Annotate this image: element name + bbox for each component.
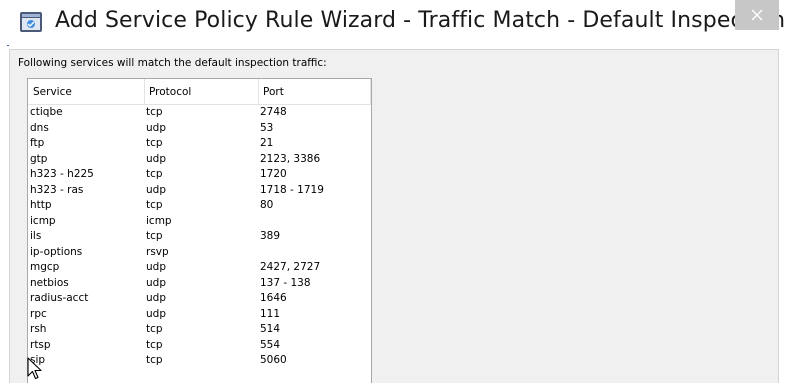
service-cell: radius-acct: [30, 292, 89, 304]
wizard-window: Add Service Policy Rule Wizard - Traffic…: [0, 0, 786, 383]
table-row[interactable]: radius-acct udp 1646: [28, 291, 371, 307]
table-row[interactable]: mgcp udp 2427, 2727: [28, 260, 371, 276]
window-title: Add Service Policy Rule Wizard - Traffic…: [55, 8, 786, 33]
table-row[interactable]: sip tcp 5060: [28, 353, 371, 369]
service-cell: ftp: [30, 137, 45, 149]
table-row[interactable]: rpc udp 111: [28, 307, 371, 323]
service-cell: http: [30, 199, 52, 211]
port-cell: 80: [260, 199, 274, 211]
protocol-cell: udp: [146, 152, 166, 165]
column-header-protocol[interactable]: Protocol: [144, 79, 258, 105]
port-cell: [258, 214, 371, 230]
protocol-cell: tcp: [146, 137, 163, 149]
table-row[interactable]: rtsp tcp 554: [28, 338, 371, 354]
table-row[interactable]: h323 - ras udp 1718 - 1719: [28, 183, 371, 199]
table-body: ctiqbe tcp 2748 dns udp 53 ftp tcp 21 gtp udp 21…: [28, 105, 371, 369]
table-row[interactable]: ctiqbe tcp 2748: [28, 105, 371, 121]
title-bar[interactable]: Add Service Policy Rule Wizard - Traffic…: [0, 0, 786, 45]
mouse-pointer-icon: [27, 357, 42, 380]
protocol-cell: udp: [146, 261, 166, 273]
table-row[interactable]: gtp udp 2123, 3386: [28, 152, 371, 168]
protocol-cell: udp: [146, 121, 166, 134]
protocol-cell: tcp: [146, 199, 163, 211]
table-row[interactable]: http tcp 80: [28, 198, 371, 214]
service-cell: ip-options: [30, 245, 83, 258]
protocol-cell: udp: [146, 276, 166, 289]
protocol-cell: rsvp: [146, 245, 169, 258]
protocol-cell: tcp: [146, 323, 163, 335]
service-cell: h323 - ras: [30, 183, 84, 196]
service-cell: rtsp: [30, 338, 51, 351]
port-cell: 2748: [260, 106, 287, 118]
service-cell: dns: [30, 121, 49, 134]
port-cell: 1718 - 1719: [260, 183, 324, 196]
port-cell: [258, 245, 371, 261]
port-cell: 1720: [260, 168, 287, 180]
protocol-cell: tcp: [146, 354, 163, 366]
table-row[interactable]: h323 - h225 tcp 1720: [28, 167, 371, 183]
port-cell: 5060: [260, 354, 287, 366]
table-header: Service Protocol Port: [28, 79, 371, 105]
close-icon: [751, 9, 763, 21]
protocol-cell: icmp: [146, 214, 172, 227]
wizard-window-icon: [20, 12, 42, 32]
table-row[interactable]: ip-options rsvp: [28, 245, 371, 261]
protocol-cell: udp: [146, 307, 166, 320]
port-cell: 1646: [260, 292, 287, 304]
table-row[interactable]: dns udp 53: [28, 121, 371, 137]
table-row[interactable]: ils tcp 389: [28, 229, 371, 245]
service-cell: rsh: [30, 323, 47, 335]
table-row[interactable]: netbios udp 137 - 138: [28, 276, 371, 292]
port-cell: 137 - 138: [260, 276, 311, 289]
service-cell: rpc: [30, 307, 47, 320]
table-row[interactable]: icmp icmp: [28, 214, 371, 230]
protocol-cell: tcp: [146, 338, 163, 351]
table-right-border: [371, 79, 372, 383]
service-cell: sip: [30, 354, 46, 366]
table-row[interactable]: ftp tcp 21: [28, 136, 371, 152]
service-cell: netbios: [30, 276, 69, 289]
protocol-cell: tcp: [146, 230, 163, 242]
service-cell: ils: [30, 230, 42, 242]
port-cell: 2123, 3386: [260, 152, 321, 165]
protocol-cell: udp: [146, 183, 166, 196]
port-cell: 111: [260, 307, 281, 320]
protocol-cell: tcp: [146, 168, 163, 180]
port-cell: 514: [260, 323, 281, 335]
service-cell: gtp: [30, 152, 48, 165]
port-cell: 53: [260, 121, 274, 134]
service-cell: icmp: [30, 214, 56, 227]
column-header-port[interactable]: Port: [258, 79, 371, 105]
service-cell: mgcp: [30, 261, 60, 273]
protocol-cell: udp: [146, 292, 166, 304]
service-cell: h323 - h225: [30, 168, 94, 180]
port-cell: 2427, 2727: [260, 261, 321, 273]
protocol-cell: tcp: [146, 106, 163, 118]
table-row[interactable]: rsh tcp 514: [28, 322, 371, 338]
port-cell: 554: [260, 338, 281, 351]
close-button[interactable]: [735, 0, 779, 30]
services-table[interactable]: Service Protocol Port ctiqbe tcp 2748 dns u…: [27, 78, 372, 383]
port-cell: 389: [260, 230, 281, 242]
port-cell: 21: [260, 137, 274, 149]
column-header-service[interactable]: Service: [28, 79, 144, 105]
intro-text: Following services will match the defaul…: [18, 57, 327, 69]
service-cell: ctiqbe: [30, 106, 63, 118]
